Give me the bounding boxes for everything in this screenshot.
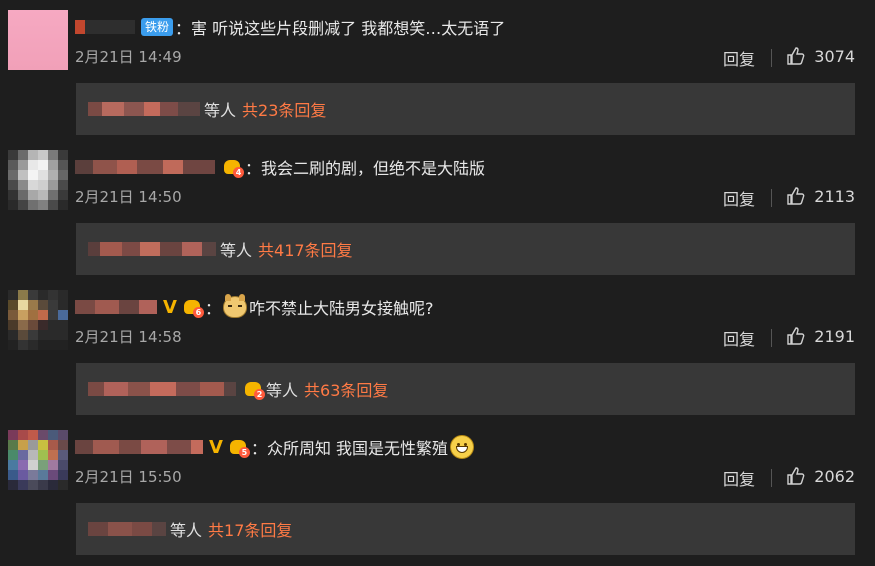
comment-time: 2月21日 14:50 xyxy=(75,188,182,206)
reply-summary[interactable]: 等人 共17条回复 xyxy=(76,503,855,555)
reply-suffix: 等人 xyxy=(204,101,237,120)
comment-header: V 5 ：众所周知 我国是无性繁殖 xyxy=(75,435,476,459)
reply-summary[interactable]: 等人 共417条回复 xyxy=(76,223,855,275)
reply-count[interactable]: 共23条回复 xyxy=(242,97,326,121)
reply-usernames xyxy=(88,522,166,536)
comment-prefix: ： xyxy=(204,299,221,318)
doge-emoji-icon xyxy=(222,294,247,318)
reply-suffix: 等人 xyxy=(170,521,203,540)
reply-button[interactable]: 回复 xyxy=(723,326,755,350)
reply-usernames xyxy=(88,242,216,256)
comment-item: 4 ：我会二刷的剧，但绝不是大陆版 2月21日 14:50 回复 2113 等人… xyxy=(0,140,875,280)
reply-button[interactable]: 回复 xyxy=(723,466,755,490)
like-button[interactable]: 2191 xyxy=(786,326,855,346)
reply-button[interactable]: 回复 xyxy=(723,186,755,210)
comment-item: V 6 ： 咋不禁止大陆男女接触呢? 2月21日 14:58 回复 2191 2… xyxy=(0,280,875,420)
reply-count[interactable]: 共63条回复 xyxy=(304,377,388,401)
grin-emoji-icon xyxy=(450,435,475,459)
fan-crown-icon: 5 xyxy=(227,438,250,458)
comment-header: V 6 ： 咋不禁止大陆男女接触呢? xyxy=(75,294,434,319)
comment-text: 咋不禁止大陆男女接触呢? xyxy=(248,299,434,318)
comment-header: 4 ：我会二刷的剧，但绝不是大陆版 xyxy=(75,155,485,179)
like-button[interactable]: 3074 xyxy=(786,46,855,66)
comment-text: ：害 听说这些片段删减了 我都想笑…太无语了 xyxy=(175,19,506,38)
username[interactable] xyxy=(75,440,203,454)
like-count: 2062 xyxy=(814,466,855,486)
comment-time: 2月21日 14:58 xyxy=(75,328,182,346)
thumbs-up-icon xyxy=(787,187,805,205)
comment-header: 铁粉 ：害 听说这些片段删减了 我都想笑…太无语了 xyxy=(75,15,505,39)
comment-text: ：众所周知 我国是无性繁殖 xyxy=(250,439,449,458)
divider xyxy=(771,469,772,487)
reply-suffix: 等人 xyxy=(220,241,253,260)
like-button[interactable]: 2113 xyxy=(786,186,855,206)
comment-item: 铁粉 ：害 听说这些片段删减了 我都想笑…太无语了 2月21日 14:49 回复… xyxy=(0,0,875,140)
vip-v-icon: V xyxy=(163,296,177,318)
thumbs-up-icon xyxy=(787,47,805,65)
thumbs-up-icon xyxy=(787,467,805,485)
comment-time: 2月21日 15:50 xyxy=(75,468,182,486)
vip-v-icon: V xyxy=(209,436,223,458)
comment-text: ：我会二刷的剧，但绝不是大陆版 xyxy=(245,159,486,178)
avatar[interactable] xyxy=(8,290,68,350)
reply-count[interactable]: 共17条回复 xyxy=(208,517,292,541)
iron-fan-badge: 铁粉 xyxy=(141,18,174,36)
like-count: 2191 xyxy=(814,326,855,346)
divider xyxy=(771,189,772,207)
like-button[interactable]: 2062 xyxy=(786,466,855,486)
fan-crown-icon: 6 xyxy=(181,298,204,318)
reply-button[interactable]: 回复 xyxy=(723,46,755,70)
comment-item: V 5 ：众所周知 我国是无性繁殖 2月21日 15:50 回复 2062 等人… xyxy=(0,420,875,560)
reply-suffix: 等人 xyxy=(266,381,299,400)
reply-summary[interactable]: 2 等人 共63条回复 xyxy=(76,363,855,415)
username[interactable] xyxy=(75,300,157,314)
username[interactable] xyxy=(75,160,215,174)
divider xyxy=(771,49,772,67)
comment-time: 2月21日 14:49 xyxy=(75,48,182,66)
username[interactable] xyxy=(75,20,135,34)
reply-count[interactable]: 共417条回复 xyxy=(258,237,353,261)
fan-crown-icon: 2 xyxy=(242,380,265,400)
avatar[interactable] xyxy=(8,10,68,70)
reply-usernames xyxy=(88,102,200,116)
thumbs-up-icon xyxy=(787,327,805,345)
avatar[interactable] xyxy=(8,150,68,210)
fan-crown-icon: 4 xyxy=(221,158,244,178)
like-count: 3074 xyxy=(814,46,855,66)
avatar[interactable] xyxy=(8,430,68,490)
reply-summary[interactable]: 等人 共23条回复 xyxy=(76,83,855,135)
like-count: 2113 xyxy=(814,186,855,206)
reply-usernames xyxy=(88,382,236,396)
divider xyxy=(771,329,772,347)
